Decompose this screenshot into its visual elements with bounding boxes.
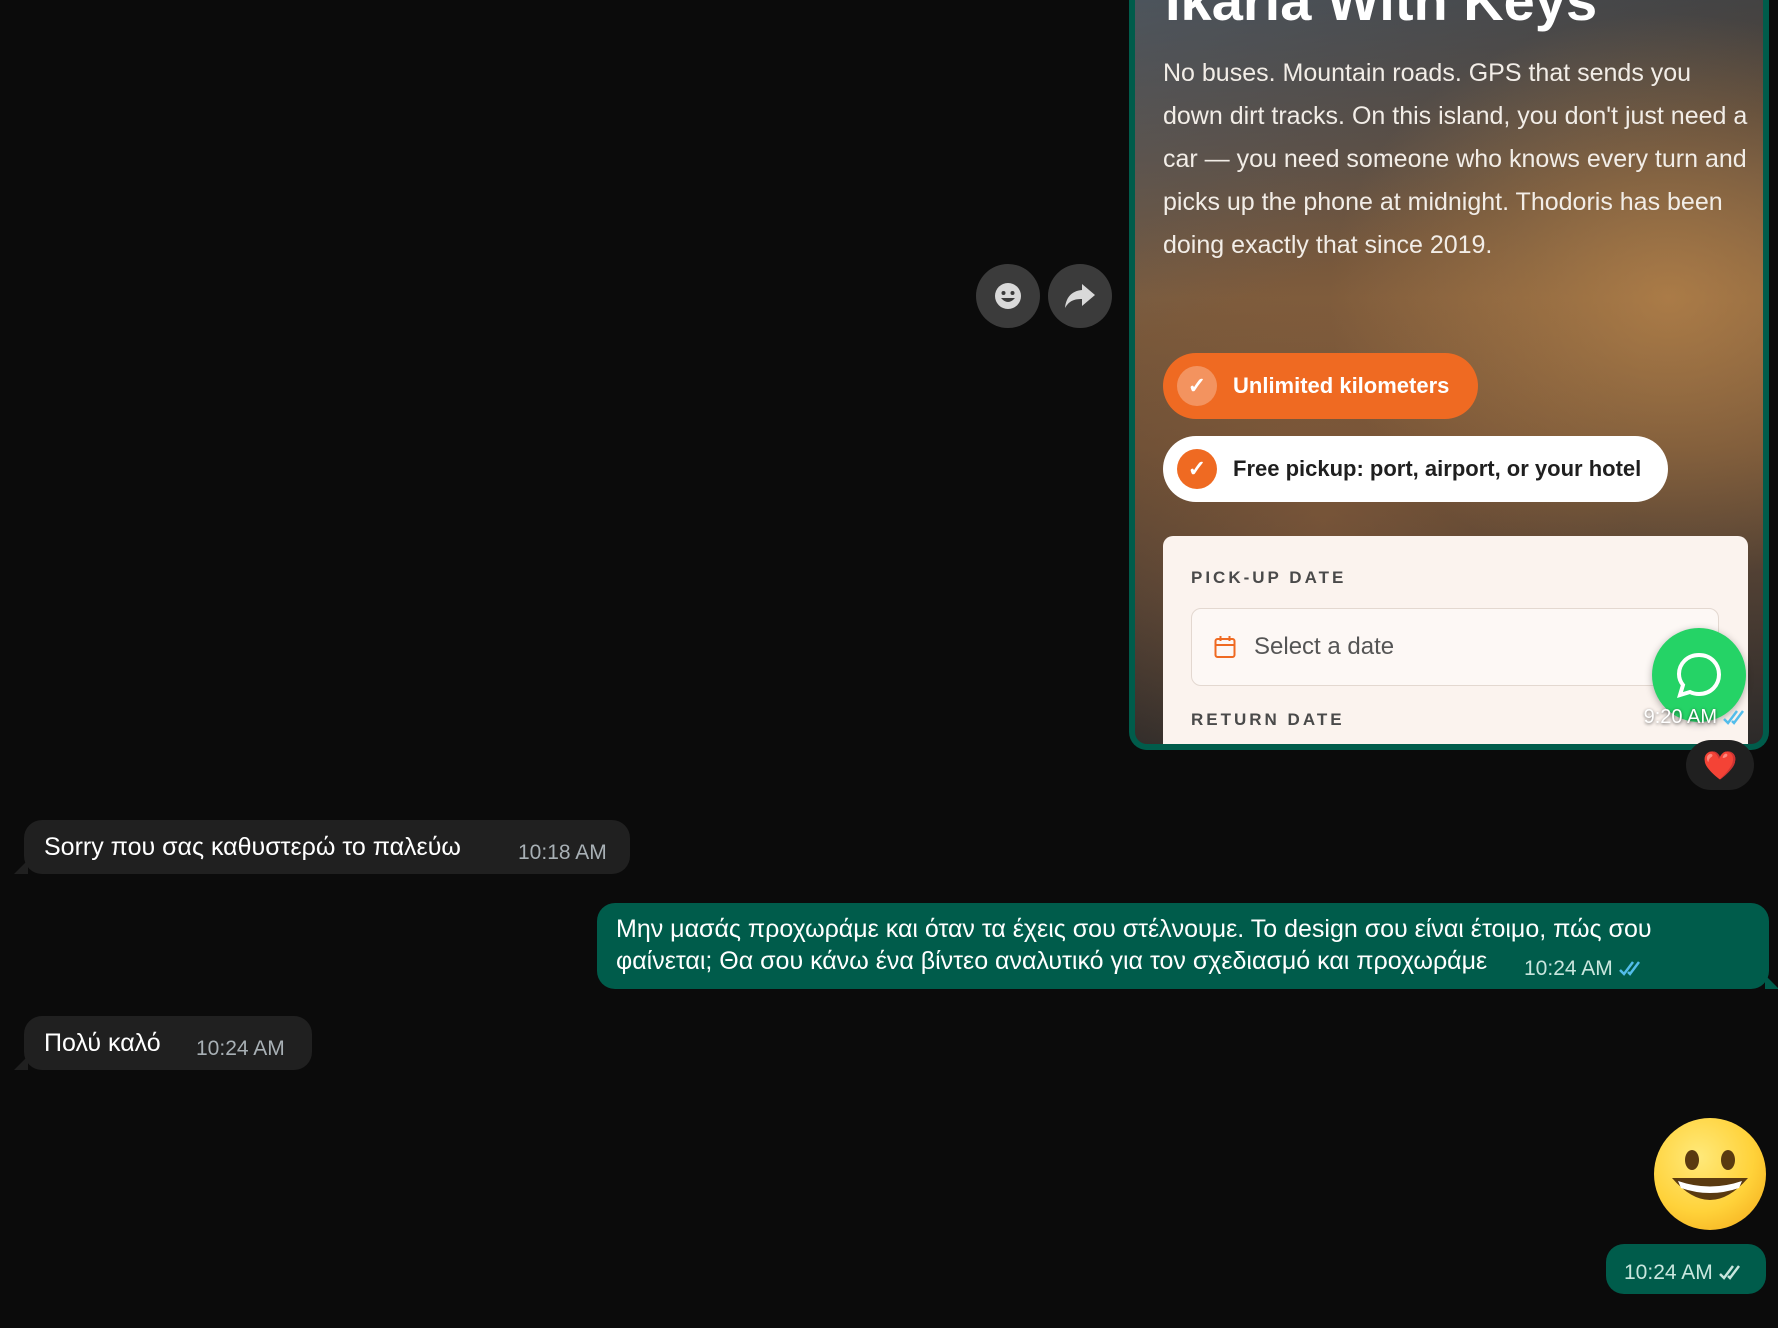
incoming-message[interactable]: Πολύ καλό 10:24 AM (14, 1016, 312, 1070)
chip-label: Unlimited kilometers (1233, 373, 1450, 398)
image-timestamp: 9:20 AM (1644, 706, 1751, 729)
heart-reaction[interactable]: ❤️ (1686, 740, 1754, 790)
double-check-icon (1723, 709, 1744, 725)
forward-icon (1065, 284, 1095, 308)
forward-button[interactable] (1048, 264, 1112, 328)
message-time: 10:24 AM (196, 1037, 285, 1060)
message-text-line-2: φαίνεται; Θα σου κάνω ένα βίντεο αναλυτι… (616, 947, 1488, 975)
grinning-face-emoji[interactable] (1654, 1118, 1766, 1230)
calendar-icon (1214, 636, 1236, 658)
pickup-date-field: Select a date (1191, 608, 1719, 686)
message-time: 10:24 AM (1524, 957, 1613, 980)
double-check-icon (1718, 1265, 1740, 1280)
check-icon: ✓ (1177, 366, 1217, 406)
return-date-label: RETURN DATE (1191, 710, 1345, 729)
chip-label: Free pickup: port, airport, or your hote… (1233, 456, 1642, 481)
image-description: No buses. Mountain roads. GPS that sends… (1163, 59, 1748, 259)
grinning-face-icon (1672, 1150, 1748, 1200)
double-check-icon (1618, 961, 1640, 976)
whatsapp-icon (1676, 652, 1722, 698)
message-time: 10:18 AM (518, 841, 607, 864)
react-button[interactable] (976, 264, 1040, 328)
date-placeholder: Select a date (1254, 633, 1395, 660)
check-icon: ✓ (1177, 449, 1217, 489)
emoji-message-meta: 10:24 AM (1606, 1244, 1766, 1294)
message-meta: 10:24 AM (1524, 953, 1649, 985)
image-title: Ikaria With Keys (1165, 0, 1598, 32)
incoming-message[interactable]: Sorry που σας καθυστερώ το παλεύω 10:18 … (14, 820, 630, 874)
message-text: Sorry που σας καθυστερώ το παλεύω (44, 833, 461, 861)
emoji-icon (995, 283, 1021, 309)
time-text: 9:20 AM (1643, 706, 1717, 728)
message-time: 10:24 AM (1624, 1261, 1713, 1284)
unlimited-km-chip: ✓ Unlimited kilometers (1163, 353, 1478, 419)
message-text-line-1: Μην μασάς προχωράμε και όταν τα έχεις σο… (616, 915, 1652, 943)
pickup-date-label: PICK-UP DATE (1191, 568, 1347, 587)
outgoing-message[interactable]: Μην μασάς προχωράμε και όταν τα έχεις σο… (597, 903, 1778, 989)
message-text: Πολύ καλό (44, 1029, 161, 1057)
heart-icon: ❤️ (1702, 749, 1738, 781)
image-message[interactable]: Ikaria With Keys No buses. Mountain road… (1129, 0, 1769, 750)
free-pickup-chip: ✓ Free pickup: port, airport, or your ho… (1163, 436, 1668, 502)
